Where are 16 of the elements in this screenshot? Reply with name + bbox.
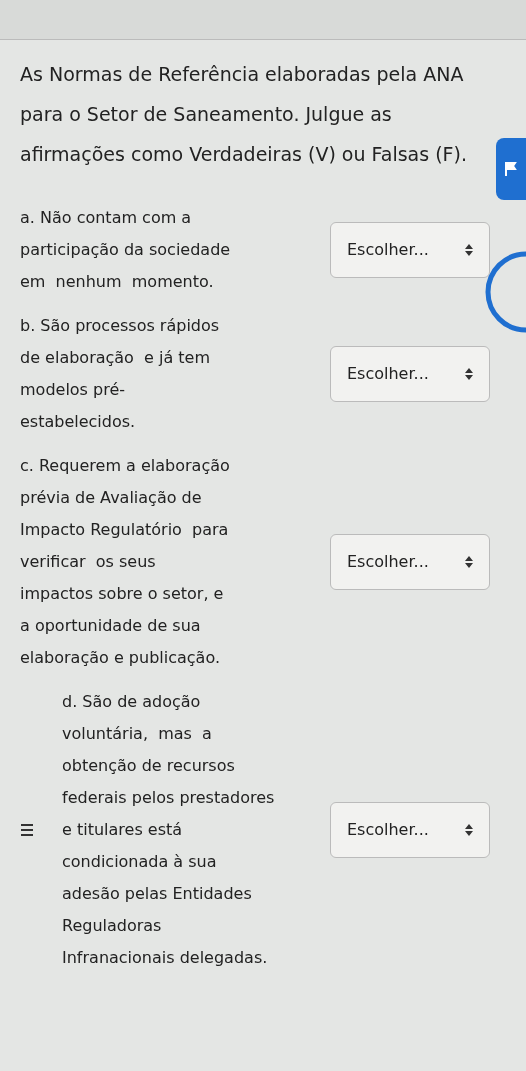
up-down-caret-icon bbox=[465, 368, 473, 380]
answer-dropdown[interactable]: Escolher... bbox=[330, 346, 490, 402]
statement-text: b. São processos rápidos de elaboração e já tem modelos pré- estabelecidos. bbox=[20, 315, 220, 433]
question-text: As Normas de Referência elaboradas pela ANA para o Setor de Saneamento. Julgue as afirmações como Verdadeiras (V) ou Falsas (F). bbox=[20, 62, 468, 167]
side-tab[interactable] bbox=[496, 138, 526, 200]
up-down-caret-icon bbox=[465, 244, 473, 256]
menu-icon[interactable] bbox=[20, 823, 34, 837]
answer-dropdown[interactable]: Escolher... bbox=[330, 534, 490, 590]
answer-dropdown[interactable]: Escolher... bbox=[330, 802, 490, 858]
answer-dropdown[interactable]: Escolher... bbox=[330, 222, 490, 278]
up-down-caret-icon bbox=[465, 824, 473, 836]
statement-text: c. Requerem a elaboração prévia de Avaliação de Impacto Regulatório para verificar os seus impactos sobre o setor, e a oportunidade de sua elaboração e publicação. bbox=[20, 455, 230, 669]
statement-text: a. Não contam com a participação da sociedade em nenhum momento. bbox=[20, 207, 231, 293]
statement-text: d. São de adoção voluntária, mas a obtenção de recursos federais pelos prestadores e titulares está condicionada à sua adesão pelas Entidades Reguladoras Infranacionais delegadas. bbox=[61, 691, 275, 969]
up-down-caret-icon bbox=[465, 556, 473, 568]
flag-icon bbox=[505, 162, 517, 176]
